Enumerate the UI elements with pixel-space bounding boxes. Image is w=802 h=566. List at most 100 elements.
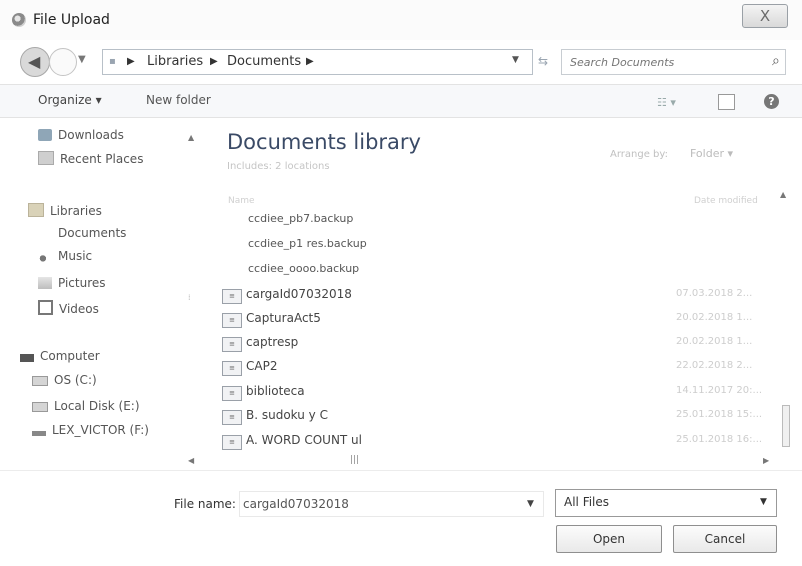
videos-icon <box>38 300 53 315</box>
music-icon <box>38 250 52 262</box>
document-icon: ≡ <box>222 410 242 425</box>
recent-places-icon <box>38 151 54 165</box>
downloads-icon <box>38 129 52 141</box>
address-root-icon: ▪ <box>109 56 116 67</box>
help-icon[interactable]: ? <box>764 94 779 109</box>
arrange-by-dropdown[interactable]: Folder ▾ <box>690 147 733 160</box>
pictures-icon <box>38 277 52 289</box>
library-title: Documents library <box>227 130 421 154</box>
file-row[interactable]: ≡ CapturaAct5 20.02.2018 1... <box>222 309 782 331</box>
forward-button[interactable] <box>49 48 77 76</box>
file-row[interactable]: ccdiee_oooo.backup <box>222 260 782 282</box>
file-name: B. sudoku y C <box>246 408 328 422</box>
document-icon: ≡ <box>222 435 242 450</box>
address-bar[interactable]: ▪ ▶ Libraries ▶ Documents ▶ <box>102 49 533 75</box>
file-row[interactable]: ≡ A. WORD COUNT ul 25.01.2018 16:... <box>222 431 782 453</box>
file-date: 14.11.2017 20:... <box>676 385 763 396</box>
breadcrumb-libraries[interactable]: Libraries <box>147 54 203 69</box>
document-icon: ≡ <box>222 313 242 328</box>
sidebar-item-local-disk-e[interactable]: Local Disk (E:) <box>32 399 140 413</box>
libraries-icon <box>28 203 44 217</box>
file-row[interactable]: ≡ captresp 20.02.2018 1... <box>222 333 782 355</box>
sidebar-item-downloads[interactable]: Downloads <box>38 128 124 142</box>
command-bar <box>0 84 802 118</box>
preview-pane-icon[interactable] <box>718 94 735 110</box>
window-title: File Upload <box>33 12 110 28</box>
file-name: cargaId07032018 <box>246 287 352 301</box>
nav-scrollbar-thumb[interactable]: ⁞ <box>188 293 191 302</box>
file-name: A. WORD COUNT ul <box>246 433 362 447</box>
arrange-by-label: Arrange by: <box>610 149 668 160</box>
file-name: ccdiee_pb7.backup <box>248 212 354 225</box>
file-name: captresp <box>246 335 299 349</box>
column-header-name[interactable]: Name <box>228 196 255 206</box>
file-date: 22.02.2018 2... <box>676 360 753 371</box>
vertical-scrollbar[interactable]: ▲ <box>780 190 790 455</box>
open-button[interactable]: Open <box>556 525 662 553</box>
file-name: ccdiee_oooo.backup <box>248 262 360 275</box>
file-name: ccdiee_p1 res.backup <box>248 237 367 250</box>
file-name-dropdown-icon[interactable]: ▼ <box>527 499 534 509</box>
file-row[interactable]: ≡ cargaId07032018 07.03.2018 2... <box>222 285 782 307</box>
nav-scroll-up-icon[interactable]: ▲ <box>188 133 194 142</box>
file-name-input[interactable]: cargaId07032018 <box>239 491 544 517</box>
sidebar-item-computer[interactable]: Computer <box>20 349 100 363</box>
address-dropdown-icon[interactable]: ▼ <box>512 55 519 65</box>
file-type-dropdown-icon[interactable]: ▼ <box>760 497 767 507</box>
close-button[interactable]: X <box>742 4 788 28</box>
sidebar-item-documents[interactable]: Documents <box>38 226 126 240</box>
file-date: 25.01.2018 16:... <box>676 434 763 445</box>
app-icon <box>12 13 26 27</box>
sidebar-item-lex-victor-f[interactable]: LEX_VICTOR (F:) <box>32 423 149 437</box>
file-date: 20.02.2018 1... <box>676 336 753 347</box>
search-input[interactable] <box>568 53 762 72</box>
new-folder-button[interactable]: New folder <box>146 93 211 107</box>
horizontal-scrollbar-thumb[interactable]: ||| <box>350 455 359 465</box>
refresh-icon[interactable]: ⇆ <box>530 49 556 73</box>
scrollbar-thumb[interactable] <box>782 405 790 447</box>
sidebar-item-recent-places[interactable]: Recent Places <box>38 151 143 166</box>
scroll-right-icon[interactable]: ▶ <box>763 456 769 465</box>
drive-icon <box>32 376 48 386</box>
sidebar-item-os-c[interactable]: OS (C:) <box>32 373 97 387</box>
column-header-date[interactable]: Date modified <box>694 196 758 206</box>
file-name-label: File name: <box>174 497 236 511</box>
back-button[interactable]: ◀ <box>20 47 50 77</box>
library-locations-link[interactable]: Includes: 2 locations <box>227 161 330 172</box>
file-row[interactable]: ccdiee_pb7.backup <box>222 210 782 232</box>
documents-icon <box>38 227 52 239</box>
sidebar-item-pictures[interactable]: Pictures <box>38 276 106 290</box>
computer-icon <box>20 354 34 362</box>
usb-drive-icon <box>32 431 46 436</box>
file-row[interactable]: ≡ biblioteca 14.11.2017 20:... <box>222 382 782 404</box>
file-name: CAP2 <box>246 359 278 373</box>
document-icon: ≡ <box>222 361 242 376</box>
scroll-left-icon[interactable]: ◀ <box>188 456 194 465</box>
sidebar-item-libraries[interactable]: Libraries <box>28 203 102 218</box>
document-icon: ≡ <box>222 386 242 401</box>
breadcrumb-chevron-icon: ▶ <box>306 56 314 67</box>
search-box[interactable] <box>561 49 786 75</box>
file-type-select[interactable]: All Files <box>555 489 777 517</box>
breadcrumb-documents[interactable]: Documents <box>227 54 301 69</box>
document-icon: ≡ <box>222 337 242 352</box>
file-row[interactable]: ccdiee_p1 res.backup <box>222 235 782 257</box>
search-icon[interactable]: ⌕ <box>772 53 780 69</box>
sidebar-item-videos[interactable]: Videos <box>38 300 99 316</box>
file-date: 20.02.2018 1... <box>676 312 753 323</box>
file-name: CapturaAct5 <box>246 311 321 325</box>
file-row[interactable]: ≡ CAP2 22.02.2018 2... <box>222 357 782 379</box>
breadcrumb-chevron-icon: ▶ <box>210 56 218 67</box>
breadcrumb-chevron-icon: ▶ <box>127 56 135 67</box>
scroll-up-icon[interactable]: ▲ <box>780 190 786 199</box>
drive-icon <box>32 402 48 412</box>
cancel-button[interactable]: Cancel <box>673 525 777 553</box>
file-row[interactable]: ≡ B. sudoku y C 25.01.2018 15:... <box>222 406 782 428</box>
title-bar <box>0 0 802 40</box>
sidebar-item-music[interactable]: Music <box>38 249 92 263</box>
organize-menu[interactable]: Organize ▾ <box>38 93 102 107</box>
change-view-icon[interactable]: ☷ ▾ <box>657 96 676 109</box>
file-date: 25.01.2018 15:... <box>676 409 763 420</box>
recent-pages-dropdown-icon[interactable]: ▼ <box>78 54 86 65</box>
document-icon: ≡ <box>222 289 242 304</box>
